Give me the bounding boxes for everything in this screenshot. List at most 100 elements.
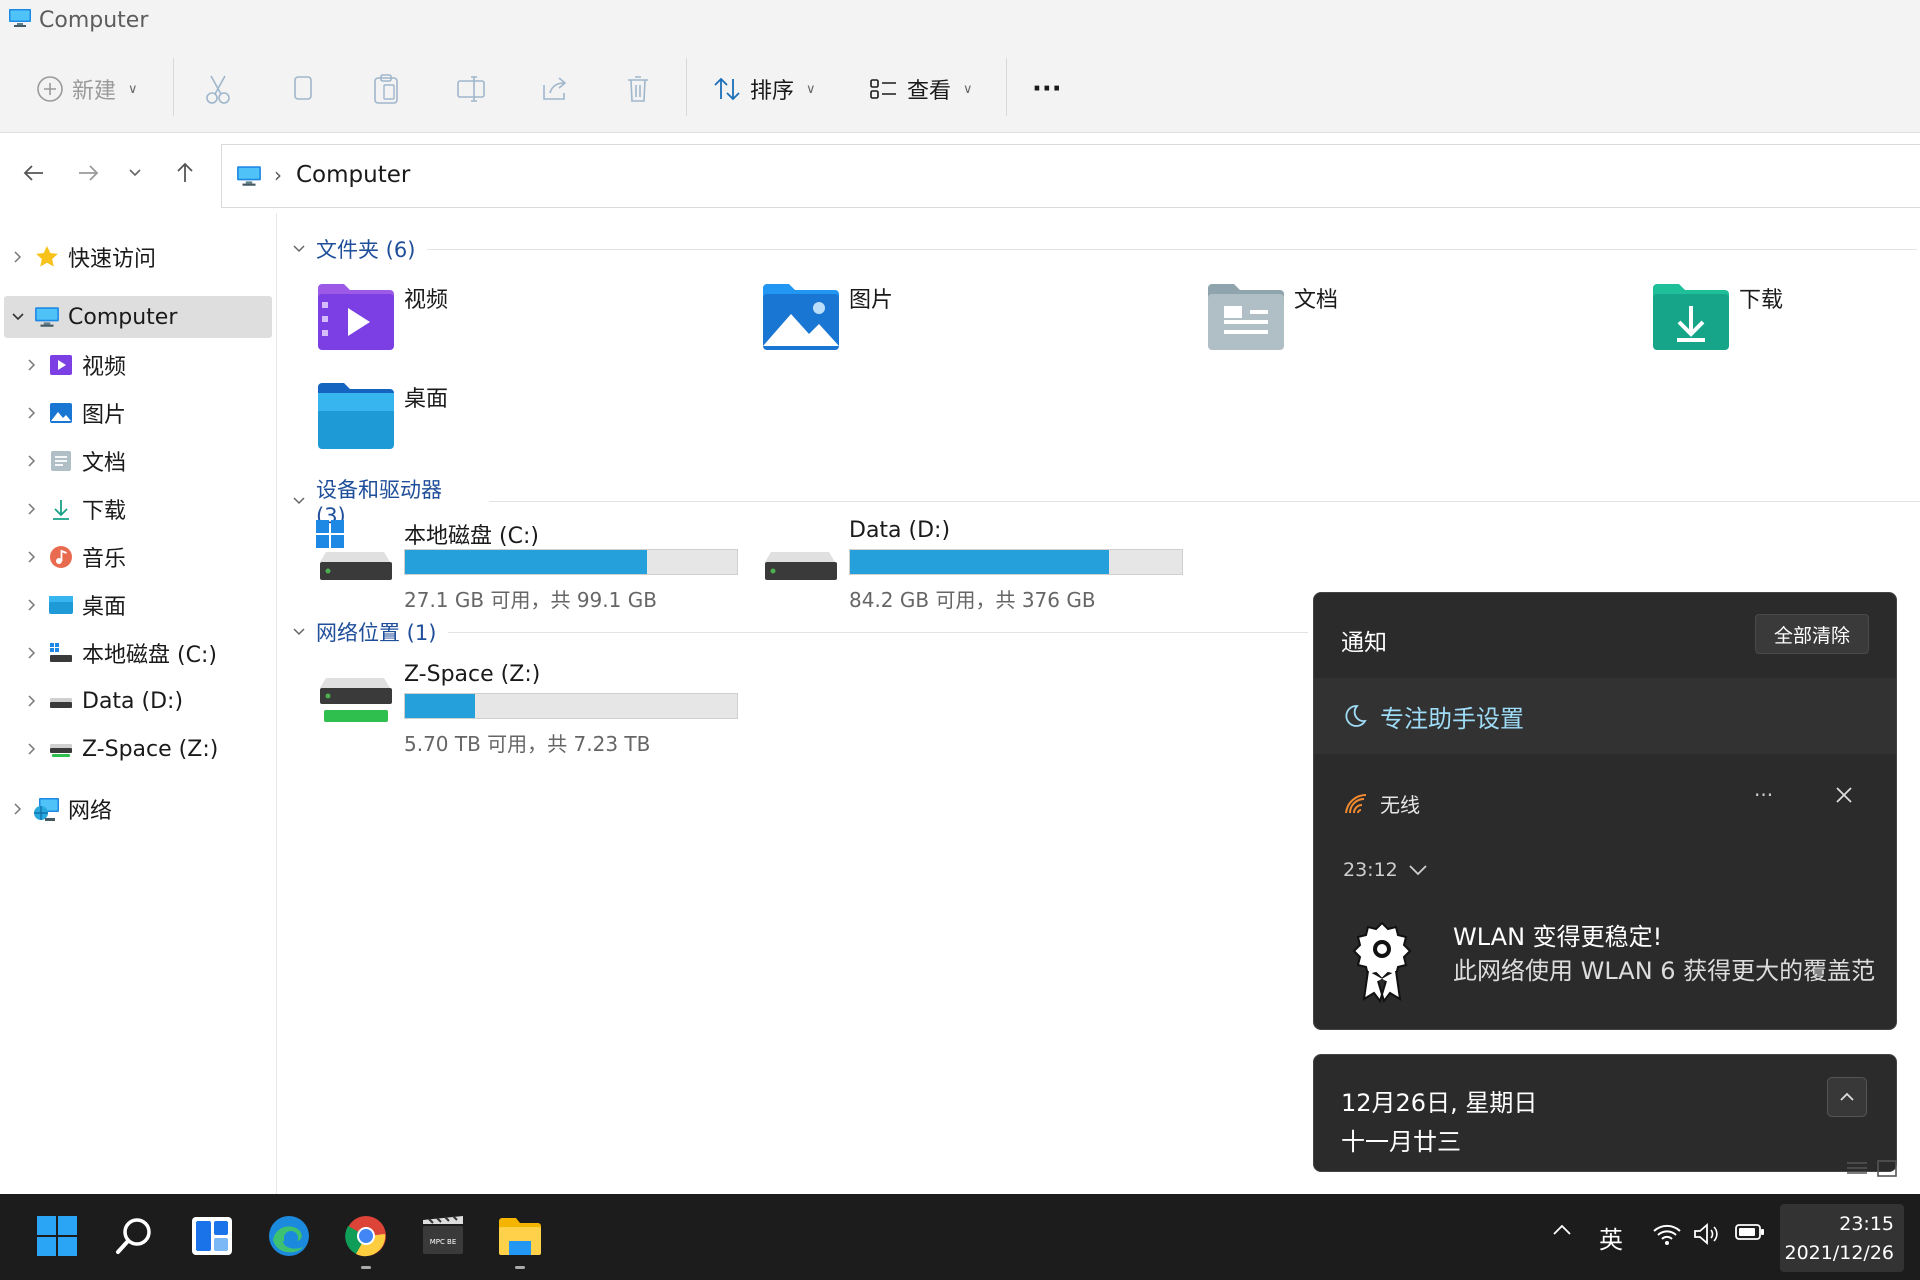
folder-item-downloads[interactable]: 下载 (1651, 280, 1920, 370)
chevron-right-icon[interactable] (18, 358, 46, 372)
chevron-right-icon[interactable] (4, 802, 32, 816)
view-button[interactable]: 查看 ∨ (869, 70, 973, 108)
chevron-right-icon[interactable] (18, 406, 46, 420)
taskbar-app-mpc-be[interactable]: MPC BE (419, 1212, 467, 1260)
chevron-right-icon[interactable] (18, 598, 46, 612)
taskbar-app-chrome[interactable] (342, 1212, 390, 1269)
drive-item-z[interactable]: Z-Space (Z:) 5.70 TB 可用，共 7.23 TB (316, 660, 756, 770)
taskbar-app-file-explorer[interactable] (496, 1212, 544, 1269)
details-view-icon[interactable] (1845, 1158, 1869, 1178)
widgets-button[interactable] (188, 1212, 236, 1260)
sidebar-item-computer[interactable]: Computer (4, 296, 272, 338)
sidebar-item-label: 视频 (82, 355, 127, 380)
tiles-view-icon[interactable] (1875, 1158, 1899, 1178)
chevron-right-icon[interactable] (18, 742, 46, 756)
delete-button[interactable] (624, 70, 652, 108)
breadcrumb-item[interactable]: Computer (296, 162, 410, 188)
chevron-right-icon[interactable] (18, 694, 46, 708)
chevron-right-icon[interactable] (18, 646, 46, 660)
drive-free-space: 84.2 GB 可用，共 376 GB (849, 588, 1096, 612)
drive-free-space: 27.1 GB 可用，共 99.1 GB (404, 588, 657, 612)
file-explorer-icon (497, 1215, 543, 1257)
address-bar[interactable]: › Computer (221, 144, 1920, 208)
documents-icon (46, 447, 76, 475)
chevron-down-icon (292, 244, 306, 254)
drive-c-icon (316, 516, 400, 600)
volume-button[interactable] (1690, 1222, 1724, 1246)
drive-item-c[interactable]: 本地磁盘 (C:) 27.1 GB 可用，共 99.1 GB (316, 516, 756, 626)
folder-item-documents[interactable]: 文档 (1206, 280, 1626, 370)
notification-time-expander[interactable]: 23:12 (1343, 859, 1428, 881)
taskbar-app-edge[interactable] (265, 1212, 313, 1260)
forward-button[interactable] (72, 157, 104, 189)
search-button[interactable] (110, 1212, 158, 1260)
show-hidden-icons-button[interactable] (1548, 1222, 1576, 1236)
section-divider (448, 631, 1309, 633)
sidebar-item-desktop[interactable]: 桌面 (4, 584, 272, 626)
section-divider (427, 248, 1918, 250)
up-button[interactable] (169, 157, 201, 189)
more-options-button[interactable]: ··· (1032, 70, 1062, 108)
share-button[interactable] (540, 70, 570, 108)
back-button[interactable] (18, 157, 50, 189)
calendar-lunar-date: 十一月廿三 (1341, 1128, 1461, 1156)
network-status-button[interactable] (1650, 1222, 1684, 1246)
chevron-right-icon[interactable] (18, 550, 46, 564)
sidebar-item-network[interactable]: 网络 (4, 788, 272, 830)
folder-item-videos[interactable]: 视频 (316, 280, 736, 370)
sidebar-item-drive-c[interactable]: 本地磁盘 (C:) (4, 632, 272, 674)
search-icon (114, 1216, 154, 1256)
chevron-right-icon[interactable] (4, 250, 32, 264)
focus-assist-settings-link[interactable]: 专注助手设置 (1314, 678, 1896, 754)
taskbar-clock[interactable]: 23:15 2021/12/26 (1780, 1204, 1904, 1272)
window-title: Computer (39, 8, 149, 33)
new-button[interactable]: 新建 ∨ (36, 70, 138, 108)
recent-locations-button[interactable] (119, 157, 151, 189)
paste-button[interactable] (372, 70, 400, 108)
notification-more-button[interactable]: ··· (1754, 783, 1773, 807)
paste-icon (372, 73, 400, 105)
sidebar-item-downloads[interactable]: 下载 (4, 488, 272, 530)
battery-button[interactable] (1733, 1222, 1767, 1242)
folder-label: 文档 (1294, 288, 1339, 313)
sidebar-item-pictures[interactable]: 图片 (4, 392, 272, 434)
clear-all-button[interactable]: 全部清除 (1755, 614, 1869, 654)
drive-item-d[interactable]: Data (D:) 84.2 GB 可用，共 376 GB (761, 516, 1201, 626)
folder-label: 下载 (1739, 288, 1784, 313)
clock-time: 23:15 (1839, 1213, 1894, 1235)
chevron-right-icon[interactable] (18, 502, 46, 516)
sort-button[interactable]: 排序 ∨ (712, 70, 816, 108)
folder-item-pictures[interactable]: 图片 (761, 280, 1181, 370)
navigation-pane: 快速访问 Computer 视频 图片 文档 下载 音乐 桌面 本地磁盘 (C: (0, 213, 277, 1194)
computer-icon (236, 165, 262, 187)
sidebar-item-music[interactable]: 音乐 (4, 536, 272, 578)
folder-item-desktop[interactable]: 桌面 (316, 379, 736, 469)
sidebar-item-drive-d[interactable]: Data (D:) (4, 680, 272, 722)
start-icon (36, 1215, 78, 1257)
rename-button[interactable] (456, 70, 486, 108)
sidebar-item-label: 本地磁盘 (C:) (82, 643, 217, 668)
folder-label: 桌面 (404, 387, 449, 412)
chevron-right-icon[interactable] (18, 454, 46, 468)
input-method-indicator[interactable]: 英 (1594, 1220, 1628, 1255)
videos-folder-icon (316, 280, 398, 354)
sidebar-item-documents[interactable]: 文档 (4, 440, 272, 482)
calendar-expand-button[interactable] (1827, 1077, 1867, 1117)
chrome-icon (344, 1214, 388, 1258)
close-icon[interactable] (1834, 785, 1854, 805)
ime-label: 英 (1599, 1226, 1623, 1254)
music-icon (46, 543, 76, 571)
sort-icon (712, 75, 742, 103)
sidebar-item-videos[interactable]: 视频 (4, 344, 272, 386)
start-button[interactable] (33, 1212, 81, 1260)
copy-button[interactable] (290, 70, 316, 108)
section-header-network[interactable]: 网络位置 (1) (292, 617, 1309, 647)
chevron-down-icon[interactable] (4, 312, 32, 322)
cut-button[interactable] (204, 70, 232, 108)
sidebar-item-label: Data (D:) (82, 688, 184, 714)
chevron-down-icon: ∨ (128, 81, 138, 97)
sidebar-item-drive-z[interactable]: Z-Space (Z:) (4, 728, 272, 770)
sort-label: 排序 (750, 79, 795, 104)
section-header-folders[interactable]: 文件夹 (6) (292, 234, 1918, 264)
sidebar-item-quick-access[interactable]: 快速访问 (4, 236, 272, 278)
